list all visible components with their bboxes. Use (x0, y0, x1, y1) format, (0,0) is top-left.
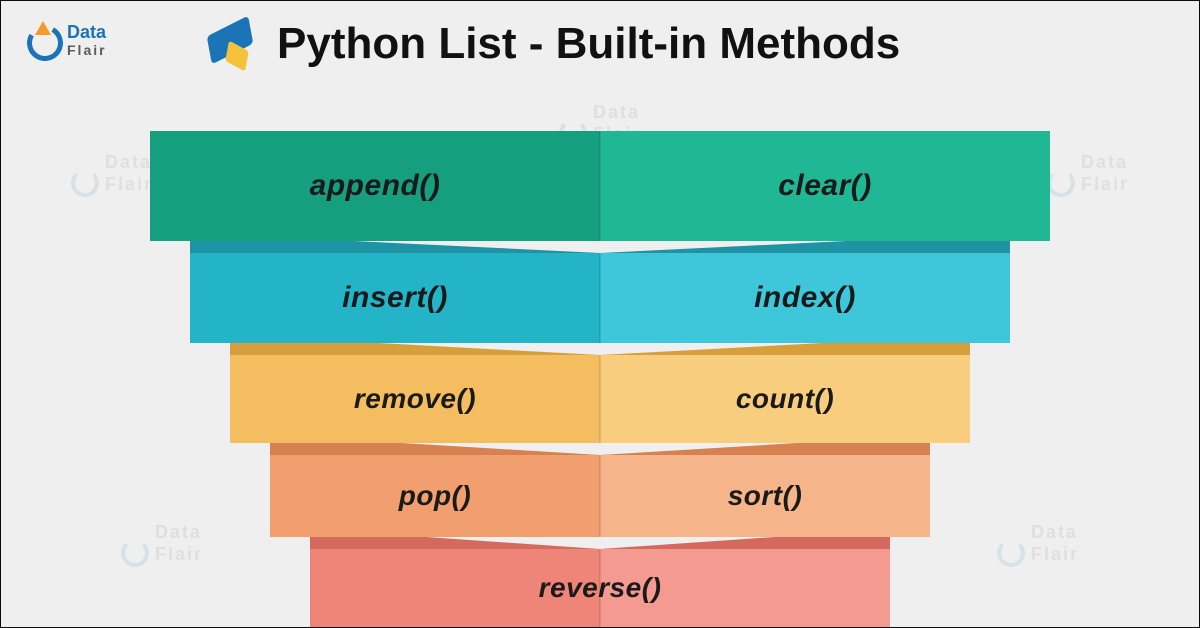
row-1-right: index() (600, 253, 1010, 343)
row-4: reverse() (310, 549, 890, 627)
python-tag-icon (201, 15, 259, 73)
row-0-right: clear() (600, 131, 1050, 241)
row-0: append() clear() (150, 131, 1050, 241)
row-2-right: count() (600, 355, 970, 443)
header: Data Flair Python List - Built-in Method… (1, 1, 1199, 73)
row-2-left: remove() (230, 355, 600, 443)
label-index: index() (754, 281, 856, 315)
row-2: remove() count() (230, 355, 970, 443)
label-sort: sort() (728, 480, 803, 512)
row-1-left: insert() (190, 253, 600, 343)
row-3-left: pop() (270, 455, 600, 537)
row-3: pop() sort() (270, 455, 930, 537)
label-reverse: reverse() (539, 572, 662, 604)
brand-line2: Flair (67, 41, 107, 59)
watermark: DataFlair (1047, 151, 1129, 197)
label-insert: insert() (342, 281, 448, 315)
label-append: append() (310, 169, 441, 203)
label-pop: pop() (399, 480, 471, 512)
row-4-center: reverse() (310, 549, 890, 627)
row-3-right: sort() (600, 455, 930, 537)
page-title: Python List - Built-in Methods (277, 19, 900, 69)
label-remove: remove() (354, 383, 476, 415)
diagram-stage: DataFlair DataFlair DataFlair DataFlair … (1, 71, 1199, 627)
label-clear: clear() (778, 169, 872, 203)
watermark: DataFlair (997, 521, 1079, 567)
brand-logo: Data Flair (21, 15, 141, 73)
brand-flame-icon (35, 21, 51, 35)
brand-line1: Data (67, 23, 107, 41)
row-1: insert() index() (190, 253, 1010, 343)
title-wrap: Python List - Built-in Methods (141, 15, 1179, 73)
row-0-left: append() (150, 131, 600, 241)
label-count: count() (736, 383, 834, 415)
watermark: DataFlair (71, 151, 153, 197)
watermark: DataFlair (121, 521, 203, 567)
